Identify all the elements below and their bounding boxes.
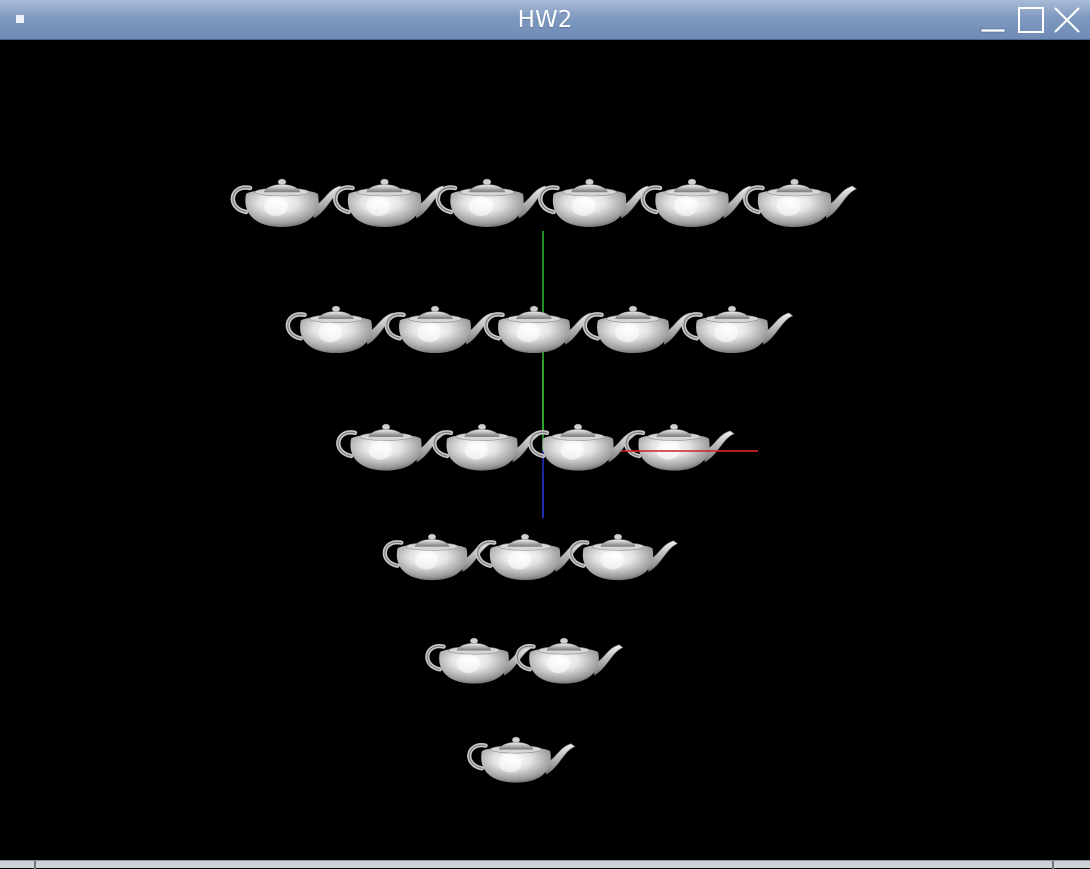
- teapot: [528, 423, 639, 471]
- teapot-pyramid: [230, 178, 858, 783]
- app-window: HW2: [0, 0, 1090, 869]
- teapot: [336, 423, 447, 471]
- window-bottom-border[interactable]: [0, 860, 1090, 869]
- teapot: [582, 305, 695, 354]
- teapot: [681, 305, 794, 354]
- teapot: [230, 178, 345, 227]
- teapot: [483, 305, 596, 354]
- teapot: [640, 178, 755, 227]
- title-bar[interactable]: HW2: [0, 0, 1090, 40]
- teapot-row: [382, 533, 679, 581]
- coordinate-axes: [542, 231, 758, 518]
- teapot: [743, 178, 858, 227]
- teapot: [538, 178, 653, 227]
- teapot: [333, 178, 448, 227]
- teapot: [384, 305, 497, 354]
- teapot-row: [467, 736, 576, 783]
- minimize-icon[interactable]: [978, 5, 1008, 35]
- teapot: [285, 305, 398, 354]
- window-title: HW2: [517, 7, 573, 33]
- teapot: [382, 533, 493, 581]
- teapot: [475, 533, 586, 581]
- teapot: [435, 178, 550, 227]
- teapot-row: [425, 637, 624, 684]
- close-icon[interactable]: [1052, 5, 1082, 35]
- teapot-row: [285, 305, 794, 354]
- teapot: [432, 423, 543, 471]
- teapot-row: [230, 178, 858, 227]
- teapot-row: [336, 423, 735, 471]
- teapot: [467, 736, 576, 783]
- teapot: [568, 533, 679, 581]
- teapot: [624, 423, 735, 471]
- maximize-icon[interactable]: [1016, 5, 1046, 35]
- teapot: [515, 637, 624, 684]
- render-viewport[interactable]: [0, 40, 1090, 860]
